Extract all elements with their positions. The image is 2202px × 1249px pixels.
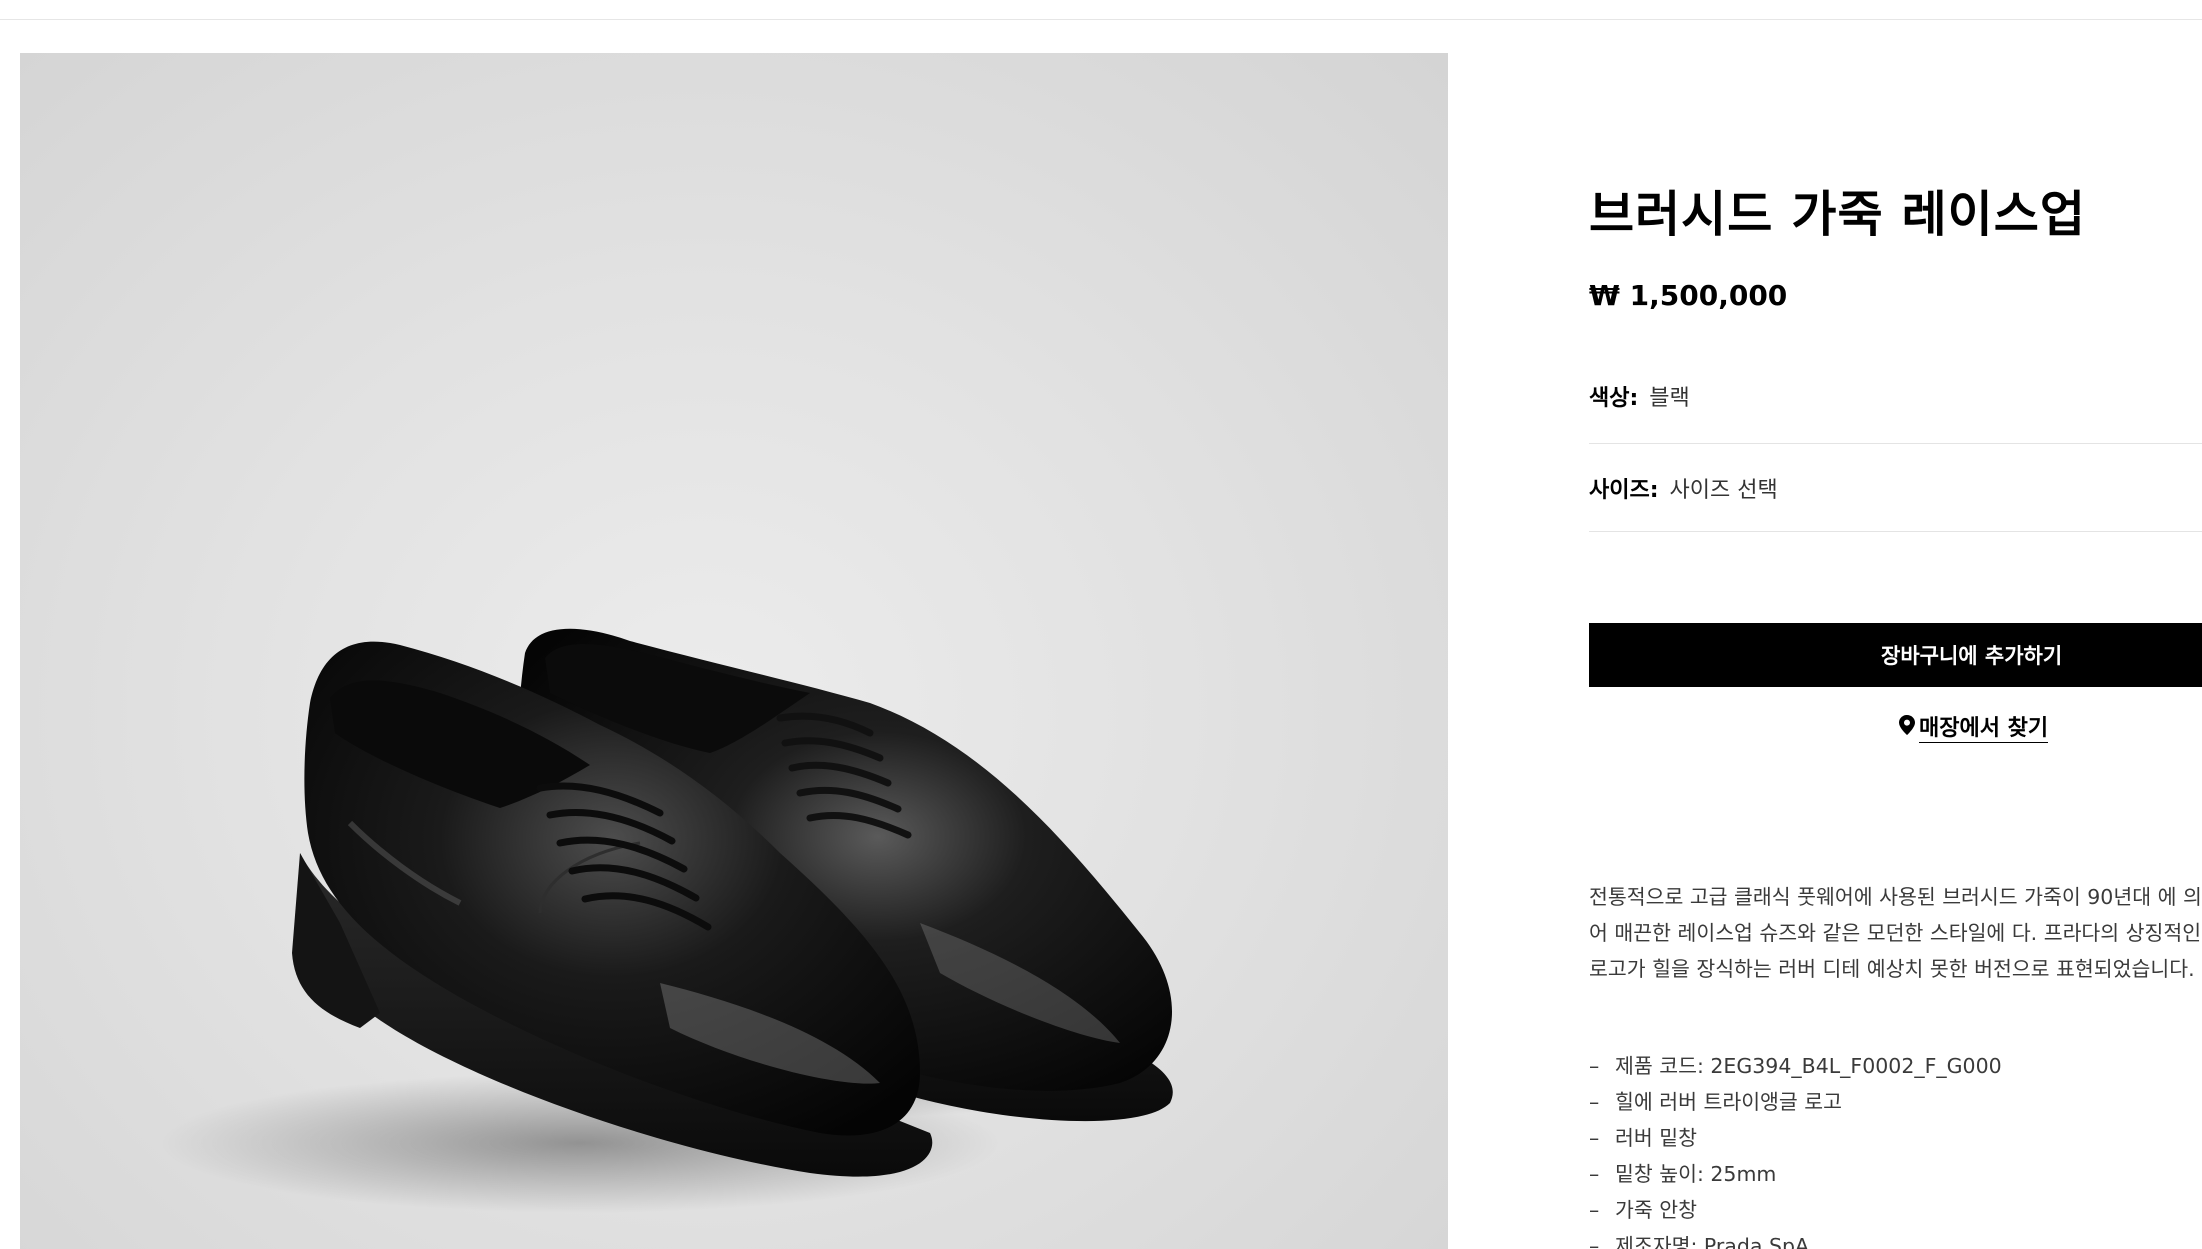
size-label: 사이즈: [1589, 478, 1659, 503]
product-price: ₩ 1,500,000 [1589, 279, 1788, 312]
feature-item: – 제품 코드: 2EG394_B4L_F0002_F_G000 [1589, 1054, 2002, 1078]
size-value: 사이즈 선택 [1669, 478, 1778, 503]
feature-item: – 러버 밑창 [1589, 1126, 1697, 1150]
color-label: 색상: [1589, 386, 1639, 411]
feature-item: – 제조자명: Prada SpA [1589, 1228, 2002, 1249]
feature-text: 제조자명: Prada SpA [1615, 1234, 1809, 1249]
add-to-cart-button[interactable]: 장바구니에 추가하기 [1589, 623, 2202, 687]
color-value: 블랙 [1649, 386, 1690, 411]
product-title: 브러시드 가죽 레이스업 [1589, 186, 2086, 243]
product-features-list: – 제품 코드: 2EG394_B4L_F0002_F_G000 – 힐에 러버 트… [1589, 1048, 2002, 1249]
feature-text: 러버 밑창 [1615, 1126, 1697, 1150]
location-pin-icon [1899, 713, 1915, 745]
shoes-illustration [160, 628, 1173, 1213]
size-selector[interactable]: 사이즈: 사이즈 선택 [1589, 444, 2202, 532]
find-in-store-label: 매장에서 찾기 [1919, 716, 2049, 743]
add-to-cart-label: 장바구니에 추가하기 [1881, 644, 2063, 668]
product-info-panel: 브러시드 가죽 레이스업 ₩ 1,500,000 색상: 블랙 사이즈: 사이즈… [1589, 0, 2202, 1249]
product-image[interactable] [20, 53, 1448, 1249]
feature-text: 가죽 안창 [1615, 1198, 1697, 1222]
feature-item: – 가죽 안창 [1589, 1198, 1697, 1222]
feature-text: 제품 코드: 2EG394_B4L_F0002_F_G000 [1615, 1054, 2002, 1078]
feature-item: – 힐에 러버 트라이앵글 로고 [1589, 1090, 1843, 1114]
feature-text: 힐에 러버 트라이앵글 로고 [1615, 1090, 1843, 1114]
feature-item: – 밑창 높이: 25mm [1589, 1162, 1777, 1186]
feature-text: 밑창 높이: 25mm [1615, 1162, 1777, 1186]
color-row: 색상: 블랙 [1589, 356, 2202, 444]
find-in-store-link[interactable]: 매장에서 찾기 [1899, 713, 2049, 745]
product-description: 전통적으로 고급 클래식 풋웨어에 사용된 브러시드 가죽이 90년대 에 의해… [1589, 885, 2202, 981]
